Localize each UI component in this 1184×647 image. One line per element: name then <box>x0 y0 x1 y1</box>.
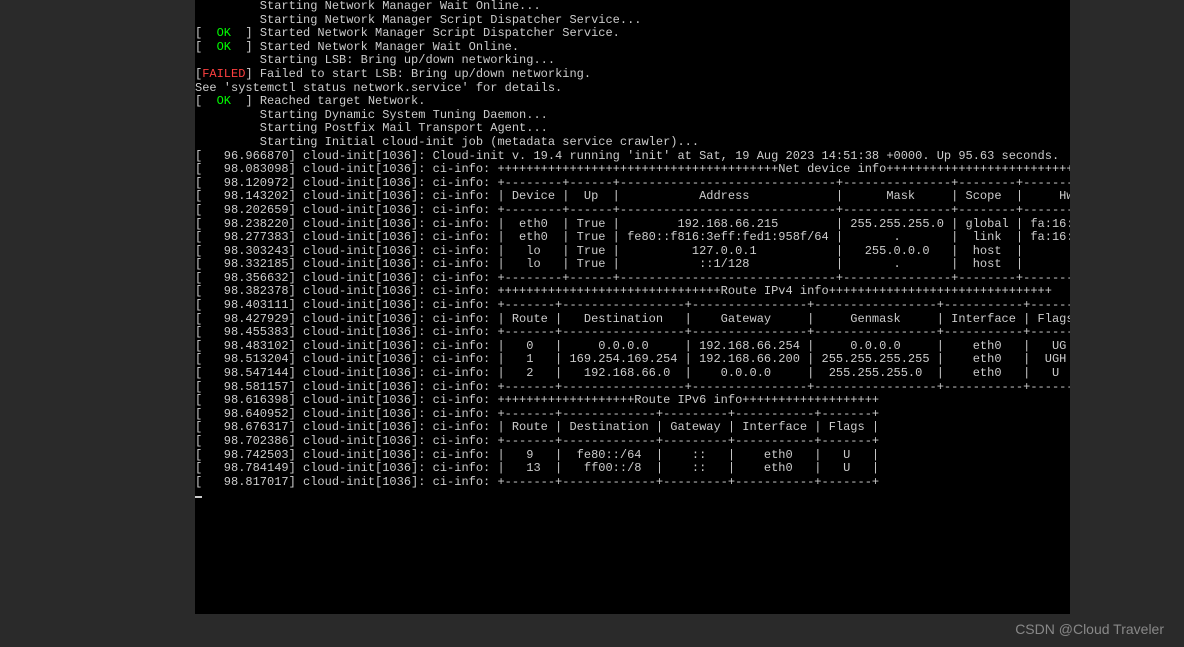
boot-line: [ OK ] Started Network Manager Wait Onli… <box>195 40 519 54</box>
cursor <box>195 496 202 498</box>
boot-line: [ 98.403111] cloud-init[1036]: ci-info: … <box>195 298 1070 312</box>
boot-line: [ 98.332185] cloud-init[1036]: ci-info: … <box>195 257 1070 271</box>
boot-line: [ OK ] Reached target Network. <box>195 94 425 108</box>
boot-line: [ OK ] Started Network Manager Script Di… <box>195 26 620 40</box>
boot-line: [ 98.817017] cloud-init[1036]: ci-info: … <box>195 475 879 489</box>
boot-line: Starting Dynamic System Tuning Daemon... <box>195 108 548 122</box>
boot-line: [ 98.303243] cloud-init[1036]: ci-info: … <box>195 244 1070 258</box>
boot-line: [ 98.238220] cloud-init[1036]: ci-info: … <box>195 217 1070 231</box>
boot-line: [ 98.784149] cloud-init[1036]: ci-info: … <box>195 461 879 475</box>
boot-line: Starting LSB: Bring up/down networking..… <box>195 53 555 67</box>
boot-line: [ 98.702386] cloud-init[1036]: ci-info: … <box>195 434 879 448</box>
boot-line: [FAILED] Failed to start LSB: Bring up/d… <box>195 67 591 81</box>
boot-line: [ 98.742503] cloud-init[1036]: ci-info: … <box>195 448 879 462</box>
boot-line: Starting Network Manager Wait Online... <box>195 0 541 13</box>
boot-line: [ 98.513204] cloud-init[1036]: ci-info: … <box>195 352 1070 366</box>
boot-line: [ 98.083098] cloud-init[1036]: ci-info: … <box>195 162 1070 176</box>
boot-line: [ 98.455383] cloud-init[1036]: ci-info: … <box>195 325 1070 339</box>
boot-line: Starting Postfix Mail Transport Agent... <box>195 121 548 135</box>
boot-line: [ 98.616398] cloud-init[1036]: ci-info: … <box>195 393 879 407</box>
boot-line: [ 98.382378] cloud-init[1036]: ci-info: … <box>195 284 1052 298</box>
boot-line: [ 98.483102] cloud-init[1036]: ci-info: … <box>195 339 1070 353</box>
boot-line: [ 98.640952] cloud-init[1036]: ci-info: … <box>195 407 879 421</box>
terminal-output: Starting Network Manager Wait Online... … <box>195 0 1070 614</box>
boot-line: [ 98.143202] cloud-init[1036]: ci-info: … <box>195 189 1070 203</box>
boot-line: [ 98.202659] cloud-init[1036]: ci-info: … <box>195 203 1070 217</box>
boot-line: [ 98.356632] cloud-init[1036]: ci-info: … <box>195 271 1070 285</box>
boot-line: [ 98.676317] cloud-init[1036]: ci-info: … <box>195 420 879 434</box>
boot-line: [ 98.277383] cloud-init[1036]: ci-info: … <box>195 230 1070 244</box>
ok-tag: OK <box>217 94 231 108</box>
watermark-text: CSDN @Cloud Traveler <box>1015 621 1164 637</box>
boot-line: Starting Network Manager Script Dispatch… <box>195 13 641 27</box>
boot-line: [ 98.120972] cloud-init[1036]: ci-info: … <box>195 176 1070 190</box>
boot-line: [ 98.547144] cloud-init[1036]: ci-info: … <box>195 366 1070 380</box>
boot-line: See 'systemctl status network.service' f… <box>195 81 562 95</box>
boot-line: [ 98.581157] cloud-init[1036]: ci-info: … <box>195 380 1070 394</box>
failed-tag: FAILED <box>202 67 245 81</box>
boot-line: [ 96.966870] cloud-init[1036]: Cloud-ini… <box>195 149 1059 163</box>
ok-tag: OK <box>217 26 231 40</box>
boot-line: [ 98.427929] cloud-init[1036]: ci-info: … <box>195 312 1070 326</box>
ok-tag: OK <box>217 40 231 54</box>
boot-line: Starting Initial cloud-init job (metadat… <box>195 135 699 149</box>
